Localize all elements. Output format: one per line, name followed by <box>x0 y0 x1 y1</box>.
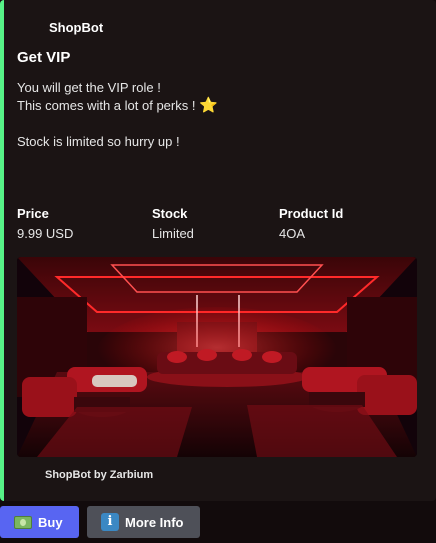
field-price: Price 9.99 USD <box>17 205 73 242</box>
dollar-banknote-icon <box>14 515 32 529</box>
more-info-button-label: More Info <box>125 514 184 530</box>
field-stock: Stock Limited <box>152 205 194 242</box>
embed-title: Get VIP <box>17 49 71 66</box>
buy-button-label: Buy <box>38 514 63 530</box>
embed-author: ShopBot <box>49 20 104 35</box>
description-line: Stock is limited so hurry up ! <box>17 134 180 149</box>
field-name: Price <box>17 206 49 221</box>
field-value: 9.99 USD <box>17 226 74 241</box>
embed-footer: ShopBot by Zarbium <box>45 469 154 481</box>
information-icon: i <box>101 513 119 531</box>
field-name: Stock <box>152 206 188 221</box>
description-line: You will get the VIP role ! <box>17 80 161 95</box>
field-name: Product Id <box>279 206 344 221</box>
field-value: Limited <box>152 226 194 241</box>
embed-image-vip-lounge[interactable] <box>17 257 417 457</box>
embed-description: You will get the VIP role ! This comes w… <box>17 79 218 151</box>
star-emoji-icon: ⭐ <box>199 97 218 114</box>
buy-button[interactable]: Buy <box>0 506 79 538</box>
field-product-id: Product Id 4OA <box>279 205 343 242</box>
more-info-button[interactable]: i More Info <box>87 506 200 538</box>
description-line: This comes with a lot of perks ! ⭐ <box>17 97 218 114</box>
shop-embed: ShopBot Get VIP You will get the VIP rol… <box>0 0 436 501</box>
field-value: 4OA <box>279 226 306 241</box>
